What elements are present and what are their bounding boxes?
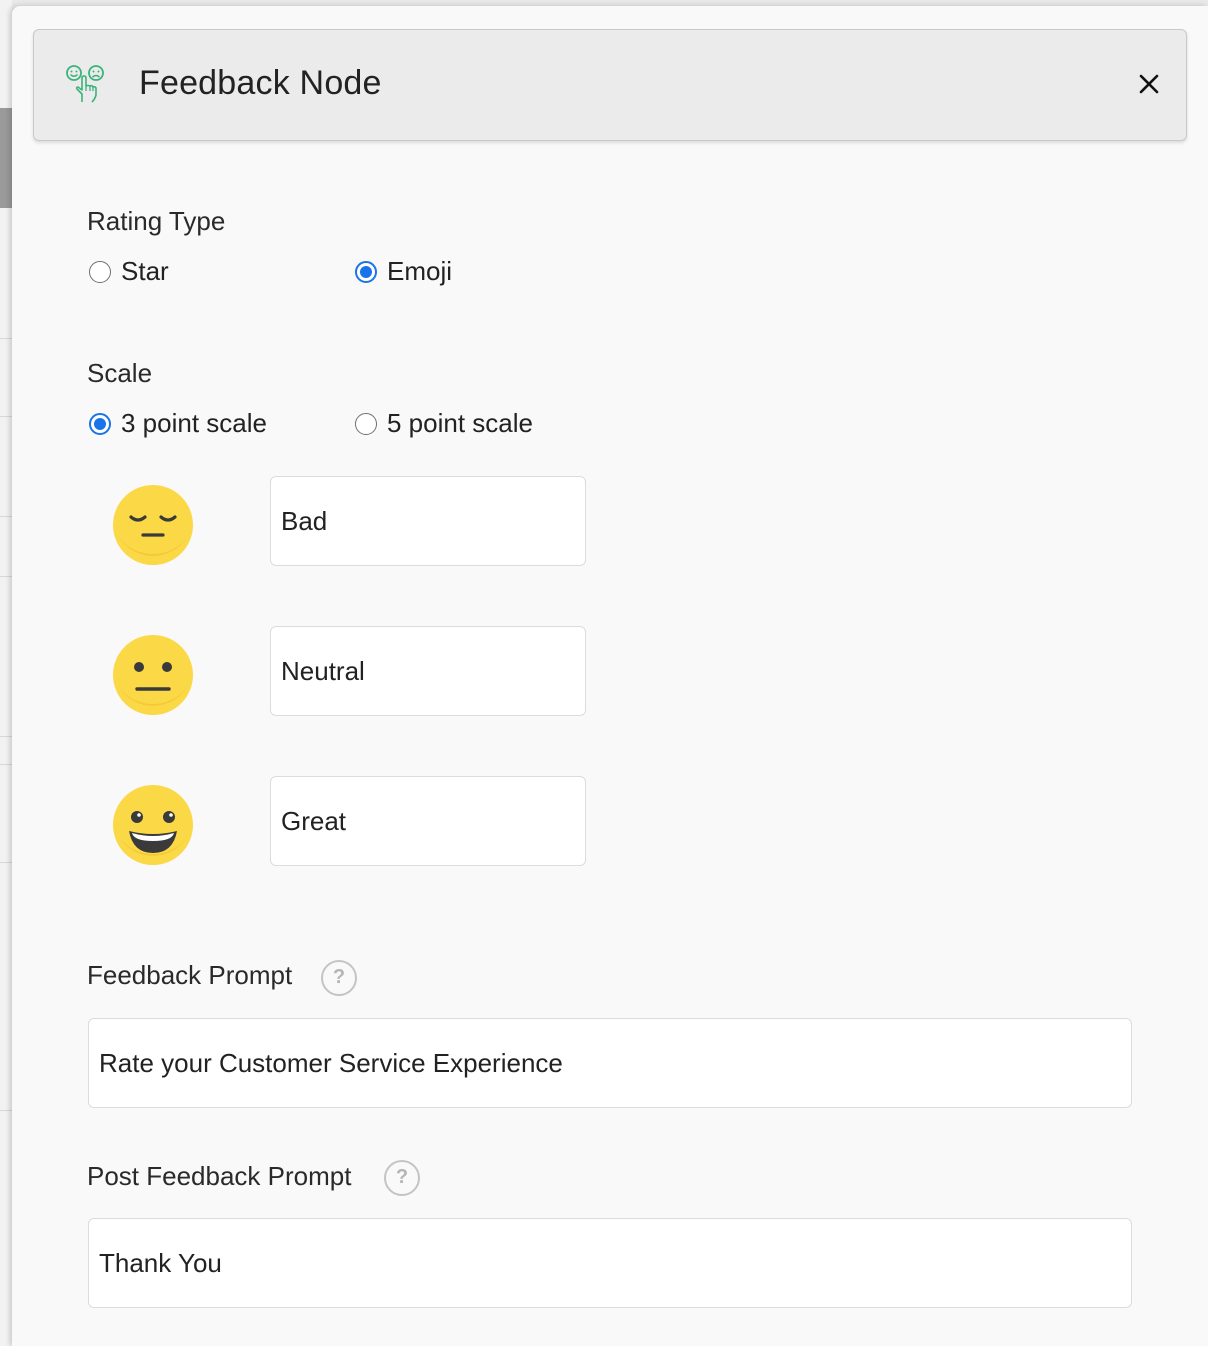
feedback-node-panel: Feedback Node Rating Type Star Emoji Sca… <box>12 6 1208 1346</box>
neutral-label-input[interactable] <box>270 626 586 716</box>
background-app <box>0 0 12 1346</box>
feedback-prompt-input[interactable] <box>88 1018 1132 1108</box>
feedback-prompt-help-icon[interactable]: ? <box>321 960 357 996</box>
bad-label-input[interactable] <box>270 476 586 566</box>
panel-header: Feedback Node <box>33 29 1187 141</box>
neutral-face-icon <box>113 635 193 715</box>
close-icon[interactable] <box>1137 72 1161 96</box>
post-feedback-prompt-input[interactable] <box>88 1218 1132 1308</box>
scale-5-point-option[interactable]: 5 point scale <box>355 408 533 439</box>
sad-face-icon <box>113 485 193 565</box>
feedback-prompt-label: Feedback Prompt <box>87 960 293 990</box>
three-point-radio[interactable] <box>89 412 111 435</box>
star-radio-label: Star <box>121 256 169 286</box>
scale-3-point-option[interactable]: 3 point scale <box>89 408 267 439</box>
rating-type-star-option[interactable]: Star <box>89 256 169 287</box>
grinning-face-icon <box>113 785 193 865</box>
emoji-radio-label: Emoji <box>387 256 453 286</box>
post-feedback-prompt-label: Post Feedback Prompt <box>87 1161 352 1191</box>
panel-title: Feedback Node <box>139 64 382 102</box>
five-point-radio[interactable] <box>355 412 377 435</box>
great-label-input[interactable] <box>270 776 586 866</box>
three-point-radio-label: 3 point scale <box>121 408 267 438</box>
rating-type-label: Rating Type <box>87 206 226 236</box>
scale-label: Scale <box>87 358 153 388</box>
rating-type-emoji-option[interactable]: Emoji <box>355 256 452 287</box>
five-point-radio-label: 5 point scale <box>387 408 533 438</box>
post-feedback-prompt-help-icon[interactable]: ? <box>384 1160 420 1196</box>
feedback-node-icon <box>66 65 104 103</box>
star-radio[interactable] <box>89 260 111 283</box>
emoji-radio[interactable] <box>355 260 377 283</box>
